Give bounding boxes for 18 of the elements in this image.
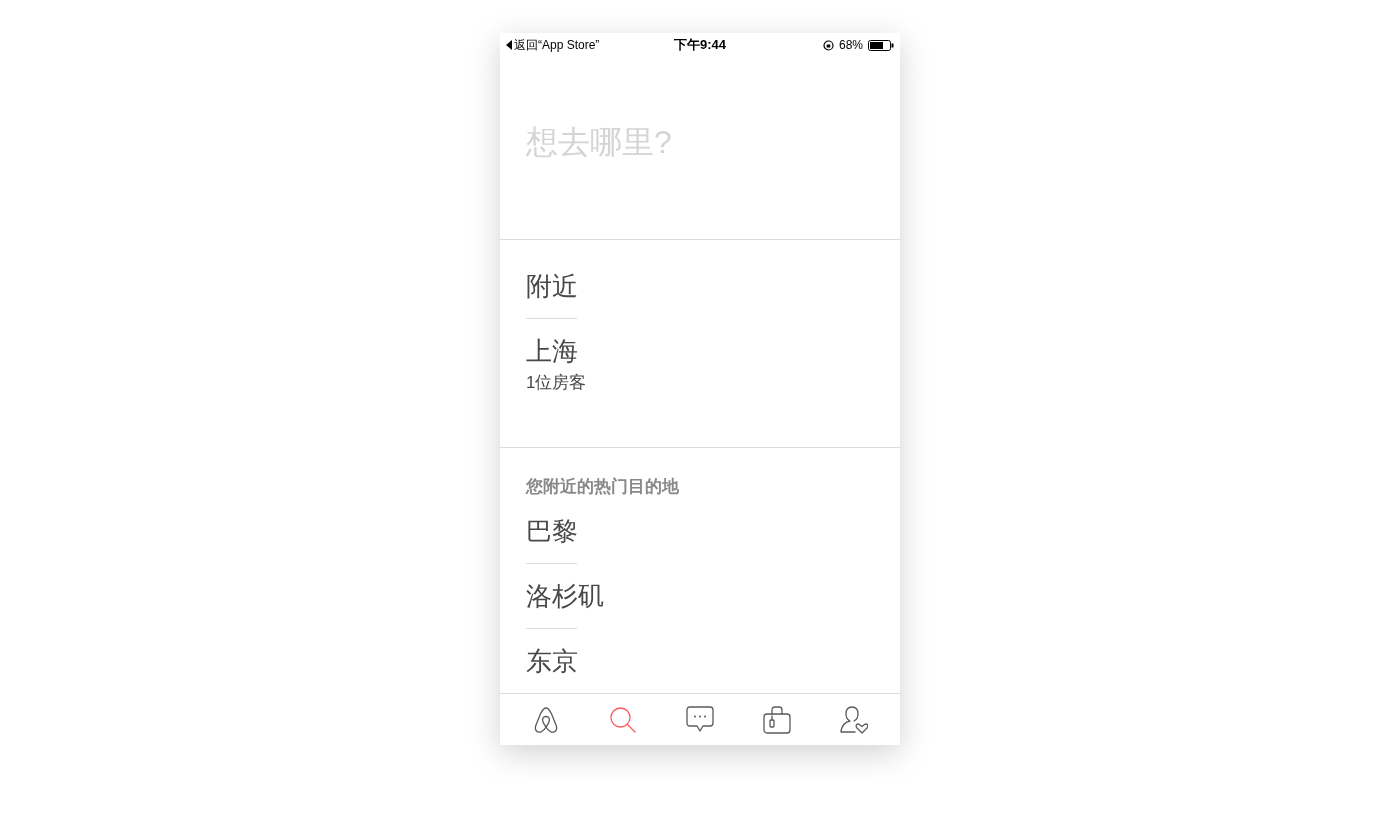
battery-percent: 68%: [838, 37, 863, 54]
battery-icon: [868, 39, 894, 51]
back-triangle-icon: [506, 40, 512, 50]
back-link[interactable]: 返回“App Store”: [514, 36, 600, 54]
guest-count: 1位房客: [526, 372, 587, 394]
section-heading: 您附近的热门目的地: [526, 475, 679, 498]
clock-time: 下午9:44: [674, 36, 726, 55]
destination-item[interactable]: 巴黎: [526, 499, 578, 563]
destination-item[interactable]: 东京: [526, 629, 578, 693]
destination-item[interactable]: 洛杉矶: [526, 564, 604, 628]
search-icon: [609, 705, 638, 734]
recent-search-item[interactable]: 附近: [526, 269, 578, 303]
loop-icon: [533, 705, 560, 734]
rotation-lock-icon: [822, 39, 834, 51]
suitcase-icon: [762, 705, 791, 734]
chat-icon: [686, 706, 714, 733]
recent-search-item[interactable]: 上海: [526, 334, 578, 368]
profile-icon: [839, 705, 868, 734]
